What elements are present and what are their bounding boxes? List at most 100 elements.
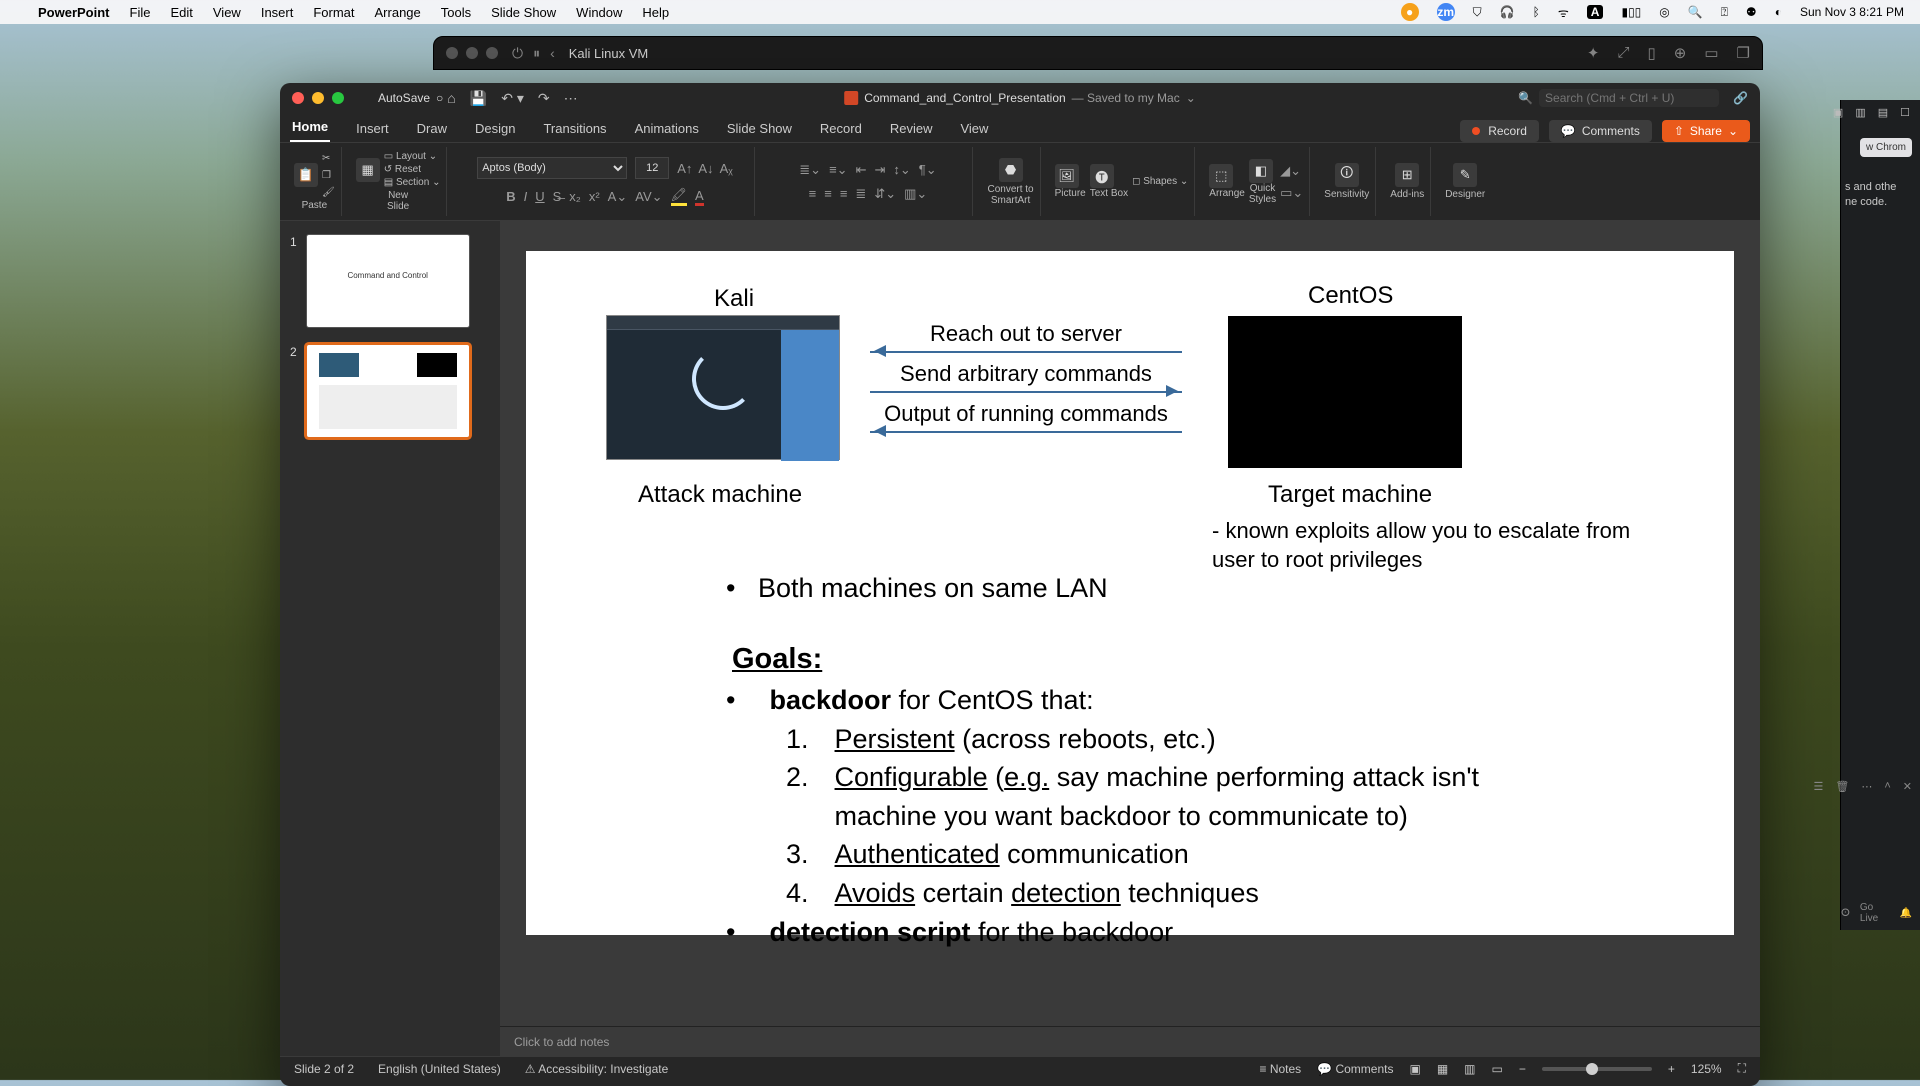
zoom-app-icon[interactable]: zm bbox=[1437, 3, 1455, 21]
more-icon[interactable]: ⋯ bbox=[1861, 780, 1872, 793]
zoom-out-icon[interactable]: − bbox=[1519, 1062, 1526, 1076]
chevron-up-icon[interactable]: ˄ bbox=[1884, 780, 1890, 793]
subscript-icon[interactable]: x₂ bbox=[569, 189, 581, 204]
superscript-icon[interactable]: x² bbox=[589, 189, 600, 204]
tab-animations[interactable]: Animations bbox=[633, 115, 701, 142]
section-dropdown[interactable]: ▤ Section ⌄ bbox=[384, 177, 441, 188]
language-label[interactable]: English (United States) bbox=[378, 1062, 501, 1076]
copy-icon[interactable]: ❐ bbox=[322, 170, 335, 181]
power-icon[interactable]: ⏻ bbox=[512, 45, 523, 62]
font-color-icon[interactable]: A bbox=[695, 188, 704, 206]
menu-insert[interactable]: Insert bbox=[261, 5, 294, 20]
shape-outline-icon[interactable]: ▭⌄ bbox=[1280, 185, 1303, 201]
tab-home[interactable]: Home bbox=[290, 113, 330, 142]
menu-edit[interactable]: Edit bbox=[170, 5, 192, 20]
comments-button[interactable]: 💬Comments bbox=[1549, 120, 1652, 142]
picture-icon[interactable]: 🖼 bbox=[1055, 164, 1079, 188]
layout-icon[interactable]: ☐ bbox=[1900, 106, 1910, 119]
shield-icon[interactable]: ⛉ bbox=[1473, 5, 1482, 20]
vertical-align-icon[interactable]: ⇵⌄ bbox=[874, 186, 896, 202]
menu-window[interactable]: Window bbox=[576, 5, 622, 20]
share-button[interactable]: ⇧Share ⌄ bbox=[1662, 120, 1750, 142]
layout-icon[interactable]: ▥ bbox=[1855, 106, 1865, 119]
tab-review[interactable]: Review bbox=[888, 115, 935, 142]
tab-insert[interactable]: Insert bbox=[354, 115, 391, 142]
menubar-app-name[interactable]: PowerPoint bbox=[38, 5, 110, 20]
users-icon[interactable]: ⍰ bbox=[1721, 5, 1728, 20]
maximize-icon[interactable] bbox=[332, 92, 344, 104]
pause-icon[interactable]: ⏸ bbox=[533, 45, 540, 62]
broadcast-icon[interactable]: ⵙ bbox=[1841, 908, 1850, 919]
siri-icon[interactable]: ◐ bbox=[1775, 5, 1782, 19]
outdent-icon[interactable]: ⇤ bbox=[856, 162, 867, 178]
designer-icon[interactable]: ✎ bbox=[1453, 163, 1477, 187]
layout-icon[interactable]: ▣ bbox=[1833, 106, 1843, 119]
input-source-icon[interactable]: A bbox=[1587, 5, 1604, 19]
menu-help[interactable]: Help bbox=[642, 5, 669, 20]
sorter-view-icon[interactable]: ▦ bbox=[1437, 1062, 1448, 1076]
font-size-input[interactable] bbox=[635, 157, 669, 179]
tab-view[interactable]: View bbox=[958, 115, 990, 142]
document-title[interactable]: Command_and_Control_Presentation bbox=[864, 91, 1065, 105]
arrange-icon[interactable]: ⬚ bbox=[1209, 164, 1233, 188]
zoom-value[interactable]: 125% bbox=[1691, 1062, 1722, 1076]
panel-icon[interactable]: ☰ bbox=[1814, 780, 1824, 793]
more-icon[interactable]: ⋯ bbox=[564, 90, 578, 107]
layout-dropdown[interactable]: ▭ Layout ⌄ bbox=[384, 151, 441, 162]
layout-icon[interactable]: ▤ bbox=[1878, 106, 1888, 119]
menu-arrange[interactable]: Arrange bbox=[375, 5, 421, 20]
autosave-toggle[interactable]: AutoSave bbox=[378, 91, 430, 105]
char-spacing-icon[interactable]: AV⌄ bbox=[635, 189, 662, 205]
search-input[interactable] bbox=[1539, 89, 1719, 107]
globe-icon[interactable]: ⊕ bbox=[1674, 44, 1687, 62]
close-icon[interactable] bbox=[292, 92, 304, 104]
windows-icon[interactable]: ❐ bbox=[1737, 44, 1750, 62]
close-icon[interactable]: ✕ bbox=[1903, 780, 1912, 793]
bold-icon[interactable]: B bbox=[506, 189, 515, 204]
menu-format[interactable]: Format bbox=[313, 5, 354, 20]
share-link-icon[interactable]: 🔗 bbox=[1733, 91, 1748, 105]
menu-tools[interactable]: Tools bbox=[441, 5, 471, 20]
trash-icon[interactable]: 🗑 bbox=[1835, 780, 1849, 793]
align-center-icon[interactable]: ≡ bbox=[824, 186, 832, 201]
normal-view-icon[interactable]: ▣ bbox=[1409, 1062, 1420, 1076]
smartart-icon[interactable]: ⬣ bbox=[999, 158, 1023, 182]
highlight-icon[interactable]: 🖍 bbox=[671, 187, 688, 206]
addins-icon[interactable]: ⊞ bbox=[1395, 163, 1419, 187]
format-painter-icon[interactable]: 🖌 bbox=[322, 187, 335, 198]
slide-canvas[interactable]: Kali CentOS Reach out to server Send arb… bbox=[526, 251, 1734, 935]
wifi-icon[interactable]: ᯤ bbox=[1558, 4, 1569, 21]
minimize-icon[interactable] bbox=[312, 92, 324, 104]
textbox-icon[interactable]: 🅣 bbox=[1090, 164, 1114, 188]
close-icon[interactable] bbox=[446, 47, 458, 59]
undo-icon[interactable]: ↶ ▾ bbox=[501, 90, 524, 107]
spotlight-icon[interactable]: 🔍 bbox=[1688, 5, 1703, 19]
bluetooth-icon[interactable]: ᛒ bbox=[1533, 5, 1540, 19]
reset-button[interactable]: ↺ Reset bbox=[384, 164, 441, 175]
shape-fill-icon[interactable]: ◢⌄ bbox=[1280, 163, 1303, 179]
golive-label[interactable]: Go Live bbox=[1860, 902, 1890, 924]
zoom-slider[interactable] bbox=[1542, 1067, 1652, 1071]
slide-thumbnail-2[interactable] bbox=[307, 345, 469, 437]
text-effects-icon[interactable]: A⌄ bbox=[608, 189, 628, 205]
underline-icon[interactable]: U bbox=[535, 189, 544, 204]
quickstyles-icon[interactable]: ◧ bbox=[1249, 159, 1273, 183]
indent-icon[interactable]: ⇥ bbox=[874, 162, 885, 178]
slideshow-view-icon[interactable]: ▭ bbox=[1492, 1062, 1503, 1076]
device-icon[interactable]: ▯ bbox=[1648, 44, 1656, 62]
text-dir-icon[interactable]: ¶⌄ bbox=[919, 162, 937, 178]
zoom-in-icon[interactable]: + bbox=[1668, 1062, 1675, 1076]
redo-icon[interactable]: ↷ bbox=[538, 90, 550, 107]
tab-design[interactable]: Design bbox=[473, 115, 517, 142]
italic-icon[interactable]: I bbox=[524, 189, 528, 204]
align-justify-icon[interactable]: ≣ bbox=[855, 186, 866, 202]
maximize-icon[interactable] bbox=[486, 47, 498, 59]
tab-slideshow[interactable]: Slide Show bbox=[725, 115, 794, 142]
align-right-icon[interactable]: ≡ bbox=[840, 186, 848, 201]
save-icon[interactable]: 💾 bbox=[470, 90, 487, 107]
headphones-icon[interactable]: 🎧 bbox=[1500, 5, 1515, 19]
menubar-clock[interactable]: Sun Nov 3 8:21 PM bbox=[1800, 5, 1904, 19]
tab-transitions[interactable]: Transitions bbox=[541, 115, 608, 142]
home-icon[interactable]: ⌂ bbox=[447, 90, 455, 107]
paste-icon[interactable]: 📋 bbox=[294, 163, 318, 187]
